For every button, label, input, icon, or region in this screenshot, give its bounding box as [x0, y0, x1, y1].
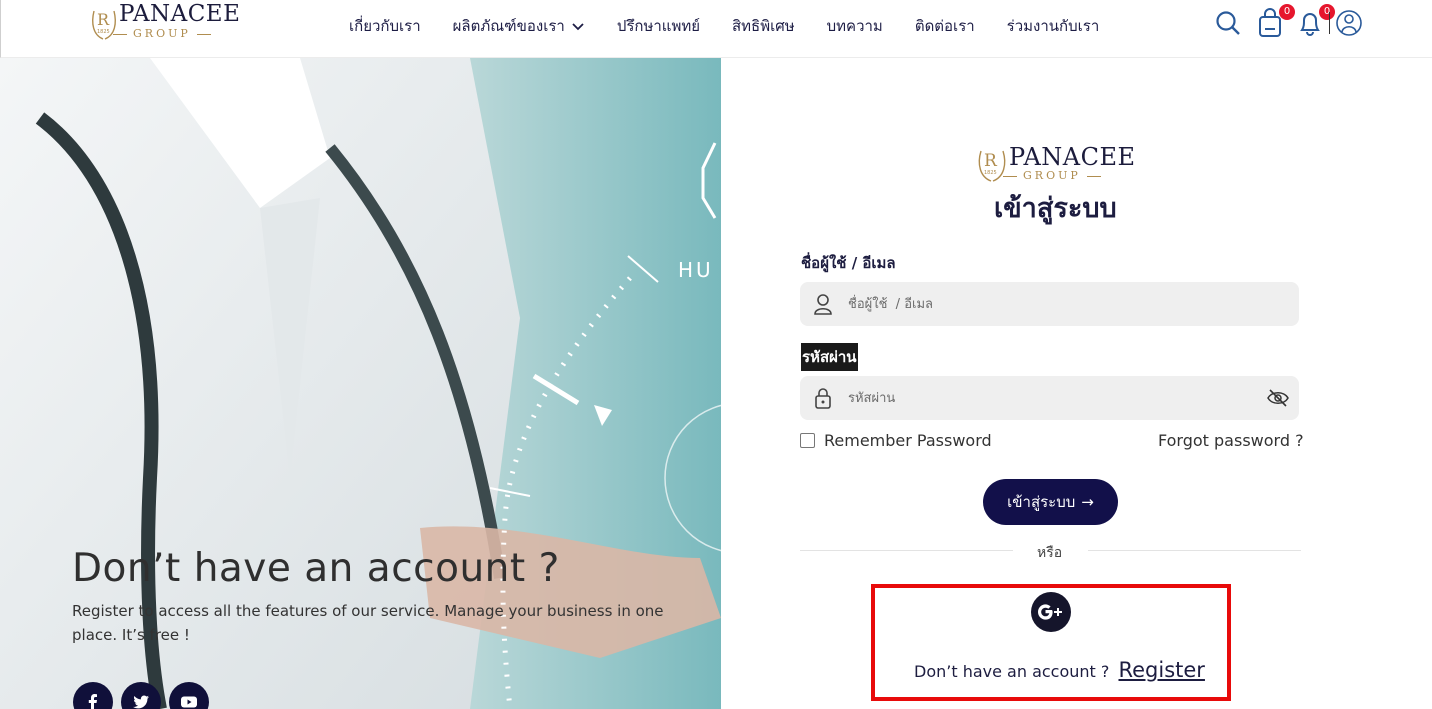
login-title: เข้าสู่ระบบ	[994, 193, 1117, 224]
chevron-down-icon	[572, 23, 584, 31]
password-label: รหัสผ่าน	[801, 343, 858, 371]
hero-description: Register to access all the features of o…	[72, 602, 664, 644]
forgot-password-link[interactable]: Forgot password ?	[1158, 431, 1304, 450]
username-input[interactable]	[848, 282, 1268, 326]
nav-articles-label: บทความ	[826, 17, 883, 35]
password-field-wrapper	[800, 376, 1299, 420]
cart-button[interactable]: 0	[1257, 4, 1295, 38]
nav-consult-label: ปรึกษาแพทย์	[616, 17, 701, 35]
facebook-icon	[88, 694, 97, 709]
eye-slash-icon[interactable]	[1267, 388, 1289, 408]
youtube-icon	[181, 696, 197, 708]
logo-sub: GROUP	[113, 27, 211, 40]
cart-count-badge: 0	[1279, 4, 1295, 20]
or-label: หรือ	[1037, 545, 1063, 561]
register-link[interactable]: Register	[1118, 658, 1204, 682]
hud-overlay-text: HU	[678, 258, 714, 282]
laurel-emblem-icon: R 1825	[978, 150, 1006, 182]
nav-careers-label: ร่วมงานกับเรา	[1006, 17, 1100, 35]
main-nav: เกี่ยวกับเรา ผลิตภัณฑ์ของเรา ปรึกษาแพทย์…	[349, 14, 1099, 38]
register-prompt: Don’t have an account ?	[914, 662, 1110, 681]
nav-privileges[interactable]: สิทธิพิเศษ	[732, 14, 795, 38]
user-icon[interactable]	[1336, 8, 1362, 38]
nav-privileges-label: สิทธิพิเศษ	[732, 17, 795, 35]
lock-icon	[815, 388, 831, 409]
panacee-logo[interactable]: R 1825 PANACEE GROUP	[89, 1, 241, 43]
nav-articles[interactable]: บทความ	[827, 14, 883, 38]
username-label: ชื่อผู้ใช้ / อีเมล	[801, 254, 896, 272]
google-login-button[interactable]	[1031, 592, 1071, 632]
login-submit-label: เข้าสู่ระบบ	[1007, 493, 1076, 511]
nav-about[interactable]: เกี่ยวกับเรา	[349, 14, 421, 38]
nav-products[interactable]: ผลิตภัณฑ์ของเรา	[453, 14, 585, 38]
google-plus-icon	[1038, 604, 1062, 620]
twitter-icon	[133, 695, 149, 709]
remember-password[interactable]: Remember Password	[800, 431, 992, 450]
svg-text:R: R	[984, 151, 998, 171]
nav-contact[interactable]: ติดต่อเรา	[915, 14, 975, 38]
remember-label: Remember Password	[824, 431, 992, 450]
site-header: R 1825 PANACEE GROUP เกี่ยวกับเรา ผลิตภั…	[0, 0, 1432, 58]
nav-contact-label: ติดต่อเรา	[914, 17, 975, 35]
divider-left	[800, 550, 1013, 551]
user-icon	[814, 294, 832, 315]
nav-about-label: เกี่ยวกับเรา	[349, 17, 421, 35]
notification-button[interactable]: 0	[1297, 4, 1335, 38]
search-icon[interactable]	[1215, 8, 1241, 38]
hero-panel: HU Don’t have an account ? Register to a…	[0, 58, 721, 709]
notification-count-badge: 0	[1319, 4, 1335, 20]
form-logo-brand: PANACEE	[1009, 143, 1136, 171]
laurel-emblem-icon: R 1825	[92, 10, 116, 40]
remember-checkbox[interactable]	[800, 433, 815, 448]
header-divider	[1329, 12, 1330, 34]
nav-products-label: ผลิตภัณฑ์ของเรา	[452, 17, 565, 35]
svg-text:1825: 1825	[984, 170, 997, 176]
arrow-right-icon: →	[1081, 493, 1094, 511]
form-logo-sub: GROUP	[1003, 169, 1101, 182]
header-actions: 0 0	[1215, 4, 1365, 40]
hero-title: Don’t have an account ?	[72, 546, 560, 591]
register-row: Don’t have an account ? Register	[914, 658, 1205, 682]
username-field-wrapper	[800, 282, 1299, 326]
nav-consult-doctor[interactable]: ปรึกษาแพทย์	[617, 14, 700, 38]
nav-careers[interactable]: ร่วมงานกับเรา	[1007, 14, 1100, 38]
svg-text:1825: 1825	[97, 29, 110, 35]
password-input[interactable]	[848, 376, 1268, 420]
form-logo: R 1825 PANACEE GROUP	[975, 143, 1135, 185]
logo-brand: PANACEE	[119, 1, 241, 27]
login-submit-button[interactable]: เข้าสู่ระบบ →	[983, 479, 1118, 525]
divider-right	[1088, 550, 1301, 551]
svg-text:R: R	[97, 10, 110, 29]
